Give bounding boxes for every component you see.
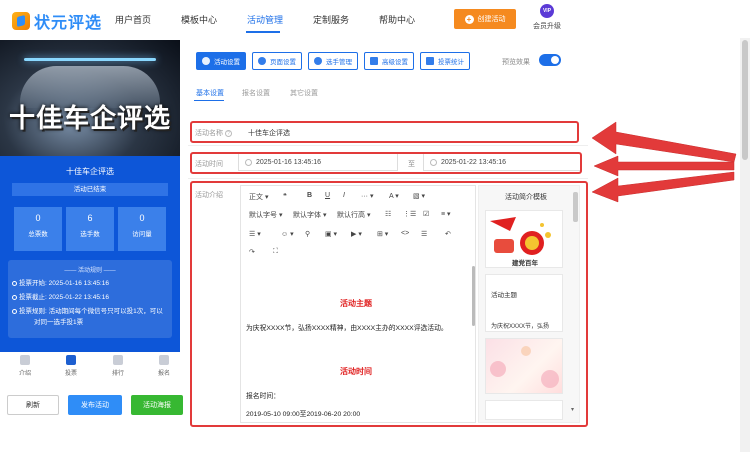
button-label: 选手管理	[326, 59, 352, 66]
button-label: 活动设置	[214, 59, 240, 66]
activity-poster-button[interactable]: 活动海报	[131, 395, 183, 415]
stat-total-votes: 0 总票数	[14, 207, 62, 251]
nav-item-activity-management[interactable]: 活动管理	[247, 13, 283, 26]
preview-bottom-tabs: 介绍 投票 排行 报名	[0, 352, 180, 385]
tab-intro[interactable]: 介绍	[10, 355, 40, 377]
advanced-settings-button[interactable]: 高级设置	[364, 52, 414, 70]
rule-vote-rule-cont: 对同一选手投1票	[34, 319, 84, 326]
activity-info-panel: 十佳车企评选 活动已结束 0 总票数 6 选手数 0 访问量 —— 活动规则 —…	[0, 156, 180, 352]
tab-signup[interactable]: 报名	[149, 355, 179, 377]
stat-value: 0	[139, 213, 145, 223]
activity-status-badge: 活动已结束	[12, 183, 168, 196]
tab-label: 投票	[64, 371, 77, 377]
vip-icon: VIP	[540, 4, 554, 18]
brand-logo[interactable]: 状元评选	[12, 9, 102, 33]
nav-item-custom-service[interactable]: 定制服务	[313, 13, 349, 26]
nav-item-user-home[interactable]: 用户首页	[115, 13, 151, 26]
clock-icon	[12, 281, 17, 286]
stat-value: 6	[87, 213, 93, 223]
stat-label: 访问量	[132, 231, 152, 238]
stat-value: 0	[35, 213, 41, 223]
arrow-to-intro	[591, 171, 735, 203]
settings-icon	[202, 57, 210, 65]
tab-label: 介绍	[18, 371, 31, 377]
bar-chart-icon	[426, 57, 434, 65]
button-label: 页面设置	[270, 59, 296, 66]
button-label: 高级设置	[382, 59, 408, 66]
subtab-active-underline	[194, 100, 224, 101]
create-activity-label: 创建活动	[477, 16, 506, 23]
plus-icon: +	[464, 14, 474, 24]
activity-settings-button[interactable]: 活动设置	[196, 52, 246, 70]
page-settings-button[interactable]: 页面设置	[252, 52, 302, 70]
button-label: 投票统计	[438, 59, 464, 66]
publish-activity-button[interactable]: 发布活动	[68, 395, 122, 415]
row-divider	[188, 178, 588, 179]
rules-header: —— 活动规则 ——	[64, 268, 116, 274]
rule-vote-rule: 投票规则: 活动期间每个微信号只可以投1次，可以	[12, 307, 163, 316]
row-divider	[188, 145, 588, 146]
intro-icon	[20, 355, 30, 365]
tab-label: 排行	[111, 371, 124, 377]
activity-rules: —— 活动规则 —— 投票开始: 2025-01-16 13:45:16 投票截…	[8, 260, 172, 338]
page-scrollbar-thumb[interactable]	[742, 40, 748, 160]
brand-name: 状元评选	[34, 15, 103, 32]
highlight-activity-time	[190, 152, 582, 174]
top-navigation: 状元评选 用户首页 模板中心 活动管理 定制服务 帮助中心 + 创建活动 VIP…	[0, 0, 750, 38]
banner-light-strip	[24, 58, 156, 61]
highlight-activity-intro	[190, 181, 588, 427]
stat-contestants: 6 选手数	[66, 207, 114, 251]
page-gear-icon	[258, 57, 266, 65]
sliders-icon	[370, 57, 378, 65]
mobile-preview: 十佳车企评选 十佳车企评选 活动已结束 0 总票数 6 选手数 0 访问量 ——…	[0, 40, 180, 385]
vote-statistics-button[interactable]: 投票统计	[420, 52, 470, 70]
vip-upgrade[interactable]: VIP 会员升级	[531, 4, 563, 31]
clock-icon	[12, 295, 17, 300]
stat-label: 总票数	[28, 231, 48, 238]
contestant-management-button[interactable]: 选手管理	[308, 52, 358, 70]
preview-effect-label: 预览效果	[502, 59, 530, 66]
annotation-arrows	[591, 121, 737, 203]
refresh-button[interactable]: 刷新	[7, 395, 59, 415]
tab-vote[interactable]: 投票	[56, 355, 86, 377]
nav-active-underline	[246, 31, 280, 33]
tab-signup-settings[interactable]: 报名设置	[242, 88, 270, 98]
tab-label: 报名	[157, 371, 170, 377]
rule-vote-end: 投票截止: 2025-01-22 13:45:16	[12, 293, 109, 302]
nav-item-help-center[interactable]: 帮助中心	[379, 13, 415, 26]
rule-text: 投票截止: 2025-01-22 13:45:16	[19, 294, 109, 301]
logo-icon	[12, 12, 30, 30]
page: 状元评选 用户首页 模板中心 活动管理 定制服务 帮助中心 + 创建活动 VIP…	[0, 0, 750, 452]
arrow-to-name	[591, 121, 737, 163]
nav-item-template-center[interactable]: 模板中心	[181, 13, 217, 26]
highlight-activity-name	[190, 121, 579, 143]
tab-ranking[interactable]: 排行	[103, 355, 133, 377]
activity-banner: 十佳车企评选	[0, 40, 180, 156]
vip-label: 会员升级	[533, 23, 561, 30]
banner-title: 十佳车企评选	[8, 104, 171, 134]
preview-effect-toggle[interactable]	[539, 54, 561, 66]
stat-label: 选手数	[80, 231, 100, 238]
rule-text: 投票规则: 活动期间每个微信号只可以投1次，可以	[19, 308, 163, 315]
signup-icon	[159, 355, 169, 365]
rule-vote-start: 投票开始: 2025-01-16 13:45:16	[12, 279, 109, 288]
create-activity-button[interactable]: + 创建活动	[454, 9, 516, 29]
users-icon	[314, 57, 322, 65]
tab-other-settings[interactable]: 其它设置	[290, 88, 318, 98]
ranking-icon	[113, 355, 123, 365]
activity-title: 十佳车企评选	[66, 167, 114, 176]
info-icon	[12, 309, 17, 314]
vote-icon	[66, 355, 76, 365]
rule-text: 投票开始: 2025-01-16 13:45:16	[19, 280, 109, 287]
stat-visits: 0 访问量	[118, 207, 166, 251]
tab-basic-settings[interactable]: 基本设置	[196, 88, 224, 98]
